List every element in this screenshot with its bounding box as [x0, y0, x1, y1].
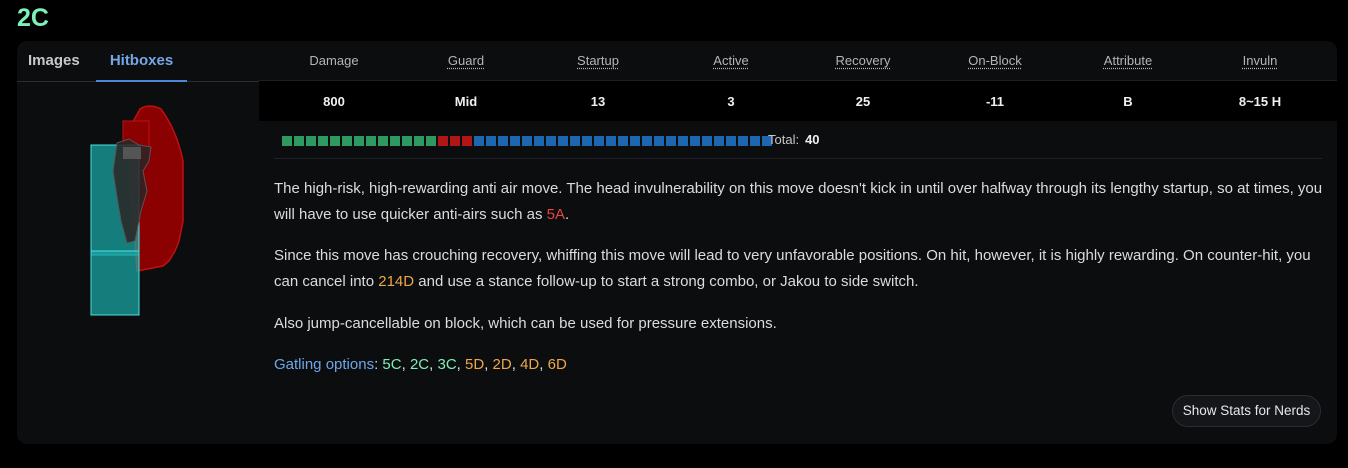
media-tabs: Images Hitboxes — [17, 41, 259, 82]
frame-startup-cell — [402, 136, 412, 146]
stat-value-startup: 13 — [590, 94, 606, 109]
frame-startup-cell — [342, 136, 352, 146]
stats-value-row: 800 Mid 13 3 25 -11 B 8~15 H — [259, 81, 1337, 121]
frame-recovery-cell — [558, 136, 568, 146]
stat-value-damage: 800 — [323, 94, 345, 109]
frame-recovery-cell — [546, 136, 556, 146]
frame-startup-cell — [378, 136, 388, 146]
frame-recovery-cell — [570, 136, 580, 146]
gatling-list: 5C, 2C, 3C, 5D, 2D, 4D, 6D — [382, 356, 566, 373]
sprite-detail — [123, 147, 141, 159]
frame-active-cell — [462, 136, 472, 146]
media-panel: Images Hitboxes — [17, 41, 259, 444]
frame-startup-cell — [390, 136, 400, 146]
frame-recovery-cell — [630, 136, 640, 146]
frame-startup-cell — [354, 136, 364, 146]
divider — [274, 158, 1322, 159]
frame-recovery-cell — [690, 136, 700, 146]
frame-startup-cell — [414, 136, 424, 146]
frame-active-cell — [438, 136, 448, 146]
frame-startup-cell — [366, 136, 376, 146]
frame-active-cell — [450, 136, 460, 146]
stat-header-on-block[interactable]: On-Block — [920, 53, 1070, 68]
frame-recovery-cell — [534, 136, 544, 146]
stat-header-invuln[interactable]: Invuln — [1185, 53, 1335, 68]
gatling-option-4d[interactable]: 4D — [520, 356, 539, 373]
gatling-separator: , — [539, 356, 548, 373]
frame-startup-cell — [426, 136, 436, 146]
hitbox-image — [90, 105, 184, 316]
frame-recovery-cell — [654, 136, 664, 146]
frame-recovery-cell — [522, 136, 532, 146]
move-title: 2C — [17, 4, 49, 32]
stat-value-attribute: B — [1123, 94, 1133, 109]
tab-hitboxes[interactable]: Hitboxes — [96, 41, 187, 82]
frame-recovery-cell — [606, 136, 616, 146]
gatling-options: Gatling options: 5C, 2C, 3C, 5D, 2D, 4D,… — [274, 356, 567, 373]
stat-value-on-block: -11 — [985, 94, 1005, 109]
stat-value-active: 3 — [727, 94, 735, 109]
gatling-option-6d[interactable]: 6D — [548, 356, 567, 373]
gatling-separator: , — [401, 356, 410, 373]
stat-header-attribute[interactable]: Attribute — [1053, 53, 1203, 68]
move-link-5a[interactable]: 5A — [547, 206, 565, 223]
frame-recovery-cell — [666, 136, 676, 146]
frame-recovery-cell — [642, 136, 652, 146]
gatling-option-3c[interactable]: 3C — [437, 356, 456, 373]
stat-header-guard[interactable]: Guard — [391, 53, 541, 68]
stat-header-recovery[interactable]: Recovery — [788, 53, 938, 68]
gatling-option-5d[interactable]: 5D — [465, 356, 484, 373]
frame-recovery-cell — [510, 136, 520, 146]
gatling-option-5c[interactable]: 5C — [382, 356, 401, 373]
frame-startup-cell — [318, 136, 328, 146]
frame-recovery-cell — [486, 136, 496, 146]
frame-recovery-cell — [726, 136, 736, 146]
frame-recovery-cell — [750, 136, 760, 146]
frame-recovery-cell — [474, 136, 484, 146]
frame-startup-cell — [282, 136, 292, 146]
frame-meter — [282, 136, 772, 148]
frame-stats-table: Damage Guard Startup Active Recovery On-… — [259, 41, 1337, 121]
frame-recovery-cell — [738, 136, 748, 146]
frame-recovery-cell — [618, 136, 628, 146]
stat-header-active[interactable]: Active — [656, 53, 806, 68]
stat-header-startup[interactable]: Startup — [523, 53, 673, 68]
gatling-separator: , — [511, 356, 521, 373]
gatling-label[interactable]: Gatling options — [274, 356, 374, 373]
description-paragraph-1: The high-risk, high-rewarding anti air m… — [274, 180, 1323, 223]
frame-recovery-cell — [678, 136, 688, 146]
frame-recovery-cell — [702, 136, 712, 146]
frame-startup-cell — [306, 136, 316, 146]
frame-startup-cell — [330, 136, 340, 146]
move-card: Images Hitboxes Damage Guard Startup Act… — [17, 41, 1337, 444]
description-paragraph-2: Since this move has crouching recovery, … — [274, 247, 1311, 290]
gatling-separator: , — [484, 356, 493, 373]
frame-total: Total: 40 — [768, 132, 820, 147]
description-paragraph-3: Also jump-cancellable on block, which ca… — [274, 315, 777, 332]
gatling-option-2d[interactable]: 2D — [493, 356, 512, 373]
gatling-separator: , — [456, 356, 466, 373]
hurtbox-cyan-lower — [90, 250, 140, 316]
gatling-option-2c[interactable]: 2C — [410, 356, 429, 373]
stat-value-guard: Mid — [454, 94, 478, 109]
frame-recovery-cell — [714, 136, 724, 146]
stat-value-recovery: 25 — [855, 94, 871, 109]
tab-images[interactable]: Images — [28, 41, 80, 82]
stat-value-invuln: 8~15 H — [1238, 94, 1282, 109]
show-stats-for-nerds-button[interactable]: Show Stats for Nerds — [1172, 395, 1321, 427]
move-link-214d[interactable]: 214D — [378, 273, 414, 290]
frame-startup-cell — [294, 136, 304, 146]
frame-recovery-cell — [594, 136, 604, 146]
frame-recovery-cell — [582, 136, 592, 146]
stats-header-row: Damage Guard Startup Active Recovery On-… — [259, 41, 1337, 81]
stat-header-damage: Damage — [309, 53, 359, 68]
frame-recovery-cell — [498, 136, 508, 146]
